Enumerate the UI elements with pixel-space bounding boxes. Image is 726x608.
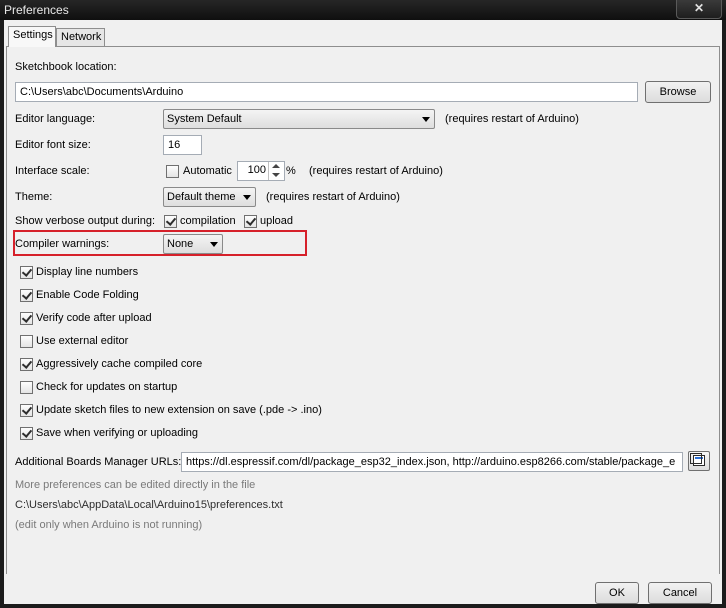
compiler-warnings-select[interactable]: None [163,234,223,254]
interface-scale-label: Interface scale: [15,165,90,177]
editor-language-note: (requires restart of Arduino) [445,113,579,125]
interface-scale-value: 100 [247,164,266,176]
compilation-label: compilation [180,215,236,227]
title-bar[interactable]: Preferences ✕ [0,0,726,20]
theme-value: Default theme [167,191,236,203]
check-updates-checkbox[interactable] [20,381,33,394]
automatic-scale-checkbox[interactable] [166,165,179,178]
preferences-window: Preferences ✕ Settings Network Sketchboo… [0,0,726,608]
ok-button[interactable]: OK [595,582,639,604]
compiler-warnings-value: None [167,238,194,250]
upload-label: upload [260,215,294,227]
display-line-numbers-checkbox[interactable] [20,266,33,279]
editor-language-value: System Default [167,113,242,125]
save-when-verifying-checkbox[interactable] [20,427,33,440]
tab-network[interactable]: Network [56,28,105,46]
check-updates-label: Check for updates on startup [36,381,178,393]
preferences-path: C:\Users\abc\AppData\Local\Arduino15\pre… [15,499,283,511]
chevron-down-icon [243,195,251,200]
verify-after-upload-label: Verify code after upload [36,312,152,324]
theme-note: (requires restart of Arduino) [266,191,400,203]
tab-settings[interactable]: Settings [8,26,56,47]
verbose-output-label: Show verbose output during: [15,215,156,227]
enable-code-folding-label: Enable Code Folding [36,289,139,301]
interface-scale-note: (requires restart of Arduino) [309,165,443,177]
interface-scale-spinner[interactable]: 100 [237,161,285,181]
cache-compiled-core-checkbox[interactable] [20,358,33,371]
chevron-down-icon [422,117,430,122]
window-list-icon [690,453,705,466]
update-sketch-extension-checkbox[interactable] [20,404,33,417]
compiler-warnings-label: Compiler warnings: [15,238,110,250]
window-title: Preferences [4,3,69,17]
enable-code-folding-checkbox[interactable] [20,289,33,302]
font-size-label: Editor font size: [15,139,91,151]
spinner-buttons[interactable] [268,162,284,180]
editor-language-label: Editor language: [15,113,96,125]
interface-scale-unit: % [286,165,296,177]
editor-language-select[interactable]: System Default [163,109,435,129]
display-line-numbers-label: Display line numbers [36,266,139,278]
cancel-button[interactable]: Cancel [648,582,712,604]
edit-urls-button[interactable] [688,451,710,471]
close-button[interactable]: ✕ [676,0,722,19]
spinner-up-icon[interactable] [272,164,280,168]
sketchbook-location-field[interactable]: C:\Users\abc\Documents\Arduino [15,82,638,102]
info-note: (edit only when Arduino is not running) [15,519,203,531]
verify-after-upload-checkbox[interactable] [20,312,33,325]
boards-urls-label: Additional Boards Manager URLs: [15,456,182,468]
info-text: More preferences can be edited directly … [15,479,256,491]
cache-compiled-core-label: Aggressively cache compiled core [36,358,203,370]
dialog-footer: OK Cancel [4,574,722,604]
spinner-down-icon[interactable] [272,173,280,177]
settings-panel: Sketchbook location: C:\Users\abc\Docume… [6,46,720,588]
theme-label: Theme: [15,191,53,203]
dialog-body: Settings Network Sketchbook location: C:… [4,20,722,604]
font-size-field[interactable]: 16 [163,135,202,155]
boards-urls-field[interactable]: https://dl.espressif.com/dl/package_esp3… [181,452,683,472]
external-editor-checkbox[interactable] [20,335,33,348]
chevron-down-icon [210,242,218,247]
automatic-scale-label: Automatic [183,165,232,177]
external-editor-label: Use external editor [36,335,129,347]
theme-select[interactable]: Default theme [163,187,256,207]
browse-button[interactable]: Browse [645,81,711,103]
upload-checkbox[interactable] [244,215,257,228]
compilation-checkbox[interactable] [164,215,177,228]
update-sketch-extension-label: Update sketch files to new extension on … [36,404,322,416]
save-when-verifying-label: Save when verifying or uploading [36,427,199,439]
sketchbook-location-label: Sketchbook location: [15,61,117,73]
